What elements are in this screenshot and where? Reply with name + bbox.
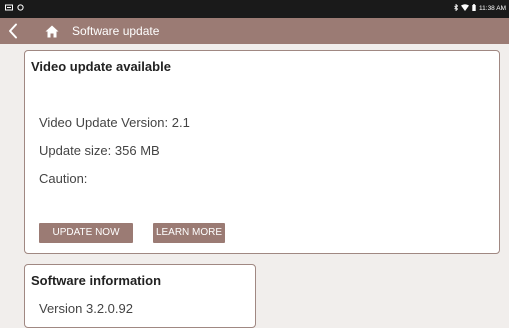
video-version-label: Video Update Version: bbox=[39, 115, 169, 130]
status-right-icons: 11:38 AM bbox=[454, 3, 506, 13]
home-button[interactable] bbox=[43, 22, 61, 40]
update-size-label: Update size: bbox=[39, 143, 112, 158]
caution-label: Caution: bbox=[39, 171, 88, 186]
camera-icon bbox=[17, 4, 24, 13]
update-size-value: 356 MB bbox=[114, 143, 160, 158]
update-now-button[interactable]: UPDATE NOW bbox=[39, 223, 133, 243]
app-bar: Software update bbox=[0, 18, 509, 44]
software-info-title: Software information bbox=[31, 273, 162, 288]
battery-icon bbox=[472, 4, 476, 13]
status-bar: 11:38 AM bbox=[0, 0, 509, 18]
software-version: Version 3.2.0.92 bbox=[39, 301, 133, 316]
video-update-card: Video update available Video Update Vers… bbox=[24, 50, 500, 254]
video-version-line: Video Update Version: 2.1 bbox=[39, 115, 190, 130]
learn-more-button[interactable]: LEARN MORE bbox=[153, 223, 225, 243]
home-icon bbox=[45, 25, 59, 37]
software-info-card: Software information Version 3.2.0.92 bbox=[24, 264, 256, 328]
back-button[interactable] bbox=[6, 22, 20, 40]
video-update-title: Video update available bbox=[31, 59, 171, 74]
bluetooth-icon bbox=[454, 3, 459, 13]
status-time: 11:38 AM bbox=[479, 5, 506, 12]
update-size-line: Update size: 356 MB bbox=[39, 143, 160, 158]
status-left-icons bbox=[5, 4, 24, 13]
page-title: Software update bbox=[72, 24, 160, 38]
back-arrow-icon bbox=[9, 23, 17, 39]
notification-icon bbox=[5, 4, 13, 13]
wifi-icon bbox=[461, 4, 470, 13]
video-version-value: 2.1 bbox=[171, 115, 190, 130]
